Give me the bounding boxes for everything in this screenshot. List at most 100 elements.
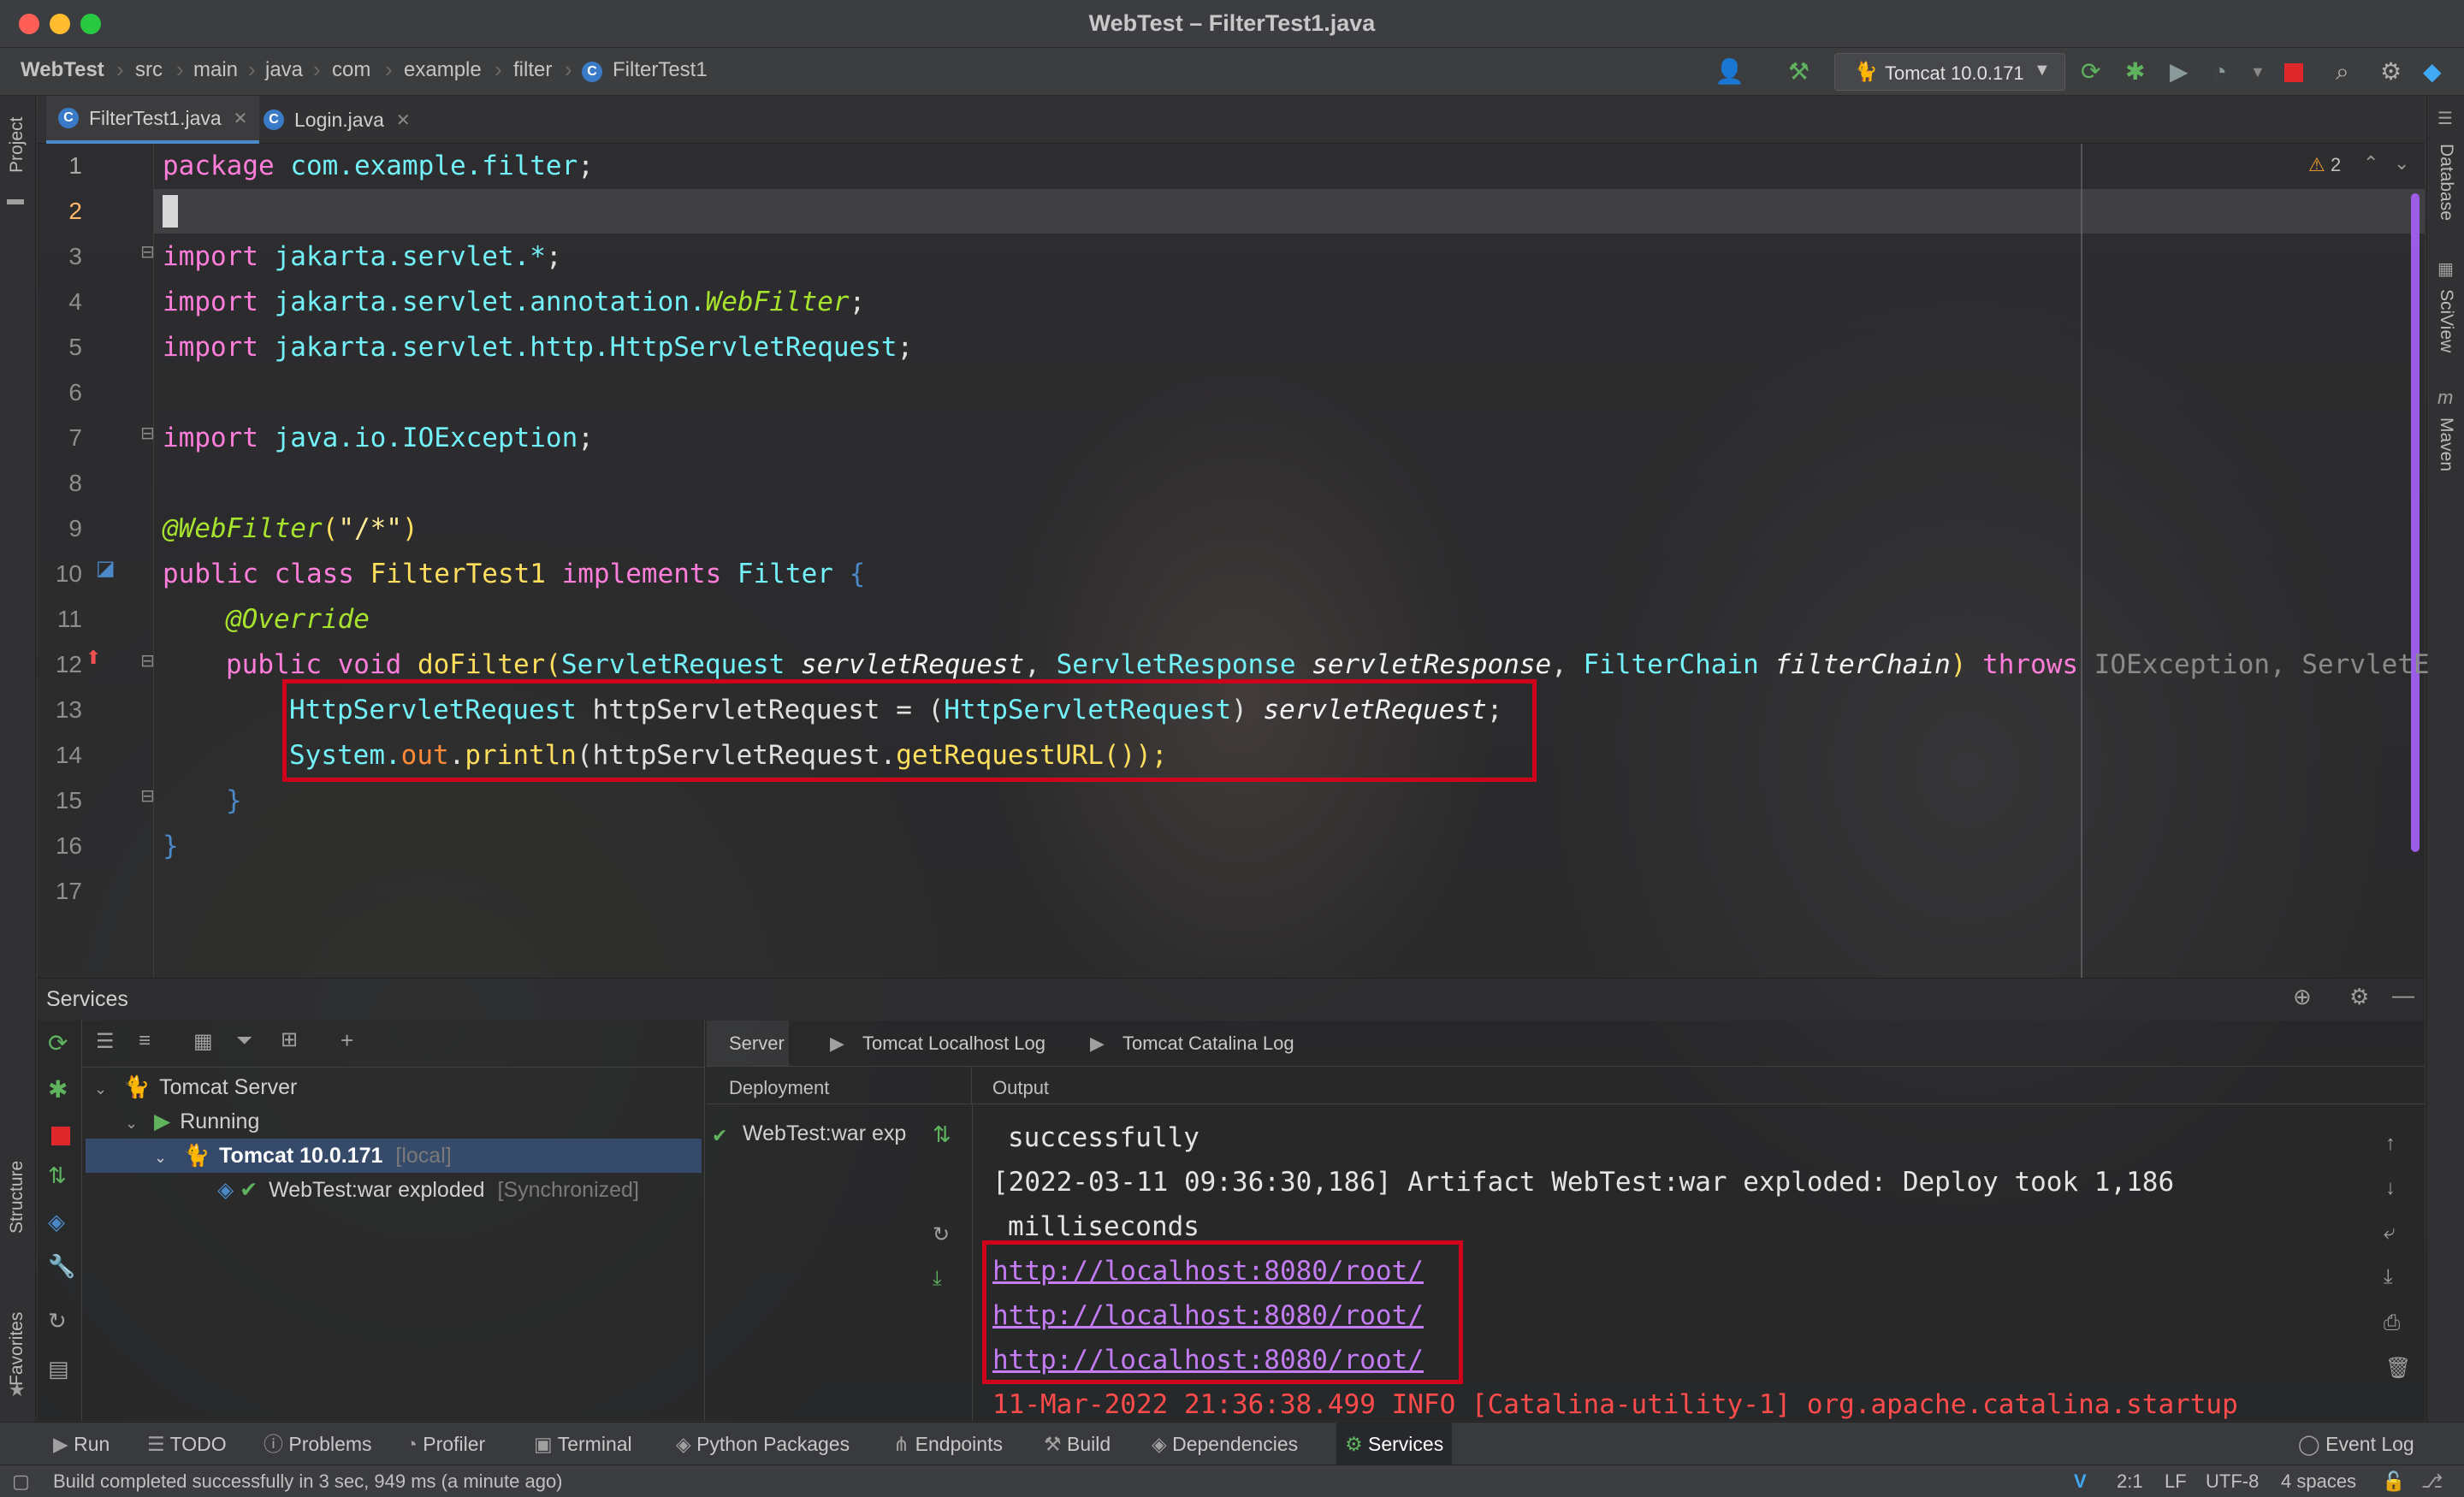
fold-icon[interactable]: ⊟ (140, 650, 155, 672)
tree-tomcat-instance[interactable]: ⌄ 🐈 Tomcat 10.0.171 [local] (86, 1139, 702, 1173)
next-highlight-icon[interactable]: ⌄ (2394, 152, 2409, 175)
indent-setting[interactable]: 4 spaces (2281, 1470, 2356, 1493)
layout-icon[interactable]: ▢ (12, 1470, 30, 1493)
implementation-gutter-icon[interactable]: ◪ (96, 556, 116, 581)
target-icon[interactable]: ⊕ (2293, 984, 2312, 1010)
maven-tool-button[interactable]: Maven (2436, 417, 2456, 471)
current-line-highlight (154, 189, 2425, 234)
database-tool-button[interactable]: Database (2436, 144, 2456, 221)
tool-terminal[interactable]: ▣ Terminal (525, 1423, 641, 1465)
breadcrumb-filter[interactable]: filter (513, 58, 552, 82)
stop-icon[interactable] (2284, 63, 2303, 82)
tool-todo[interactable]: ☰ TODO (139, 1423, 235, 1465)
refresh-icon[interactable]: ↻ (48, 1308, 67, 1334)
tool-profiler[interactable]: ◔ Profiler (397, 1423, 494, 1465)
filter-icon[interactable]: ⏷ (236, 1029, 252, 1053)
artifact-icon[interactable]: ◈ (48, 1209, 65, 1235)
tab-server[interactable]: Server (729, 1033, 785, 1055)
scroll-up-icon[interactable]: ↑ (2385, 1132, 2396, 1156)
warning-count[interactable]: 2 (2331, 154, 2341, 176)
soft-wrap-icon[interactable]: ⤶ (2384, 1221, 2395, 1245)
tab-localhost-log[interactable]: Tomcat Localhost Log (862, 1033, 1045, 1055)
tab-catalina-log[interactable]: Tomcat Catalina Log (1122, 1033, 1294, 1055)
close-icon[interactable]: ✕ (234, 108, 248, 129)
breadcrumb-src[interactable]: src (135, 58, 163, 82)
folder-icon: ▬ (7, 190, 24, 209)
tool-python-packages[interactable]: ◈ Python Packages (667, 1423, 858, 1465)
tool-services[interactable]: ⚙ Services (1336, 1423, 1453, 1465)
run-coverage-icon[interactable]: ▶ (2170, 58, 2189, 86)
breadcrumb-project[interactable]: WebTest (21, 58, 104, 82)
tab-login[interactable]: C Login.java ✕ (252, 96, 423, 144)
file-encoding[interactable]: UTF-8 (2206, 1470, 2259, 1493)
fold-icon[interactable]: ⊟ (140, 241, 155, 263)
project-tool-button[interactable]: Project (7, 117, 27, 173)
right-tool-stripe: ☰ Database ▦ SciView m Maven (2426, 96, 2464, 1432)
user-icon[interactable]: 👤 (1715, 58, 1744, 86)
tree-tomcat-server[interactable]: ⌄ 🐈 Tomcat Server (94, 1070, 297, 1104)
line-separator[interactable]: LF (2165, 1470, 2187, 1493)
tool-dependencies[interactable]: ◈ Dependencies (1143, 1423, 1306, 1465)
breadcrumb-example[interactable]: example (404, 58, 482, 82)
gear-icon[interactable]: ⚙ (2380, 58, 2402, 86)
print-icon[interactable]: ⎙ (2384, 1311, 2400, 1335)
profile-icon[interactable]: ◔ (2212, 58, 2227, 86)
scroll-down-icon[interactable]: ↓ (2385, 1176, 2396, 1200)
tab-filtertest1[interactable]: C FilterTest1.java ✕ (46, 96, 260, 144)
close-icon[interactable]: ✕ (396, 109, 411, 131)
tree-running[interactable]: ⌄ ▶ Running (125, 1104, 259, 1139)
tree-artifact[interactable]: ◈ ✔ WebTest:war exploded [Synchronized] (217, 1173, 639, 1207)
deploy-icon[interactable]: ⇅ (48, 1163, 67, 1189)
code-line-1: package com.example.filter; (163, 151, 594, 181)
group-icon[interactable]: ▦ (193, 1029, 213, 1054)
layout-icon[interactable]: ▤ (48, 1356, 69, 1382)
event-log-button[interactable]: ◯ Event Log (2289, 1423, 2423, 1465)
rerun-icon[interactable]: ⟳ (48, 1029, 68, 1057)
collapse-all-icon[interactable]: ≡ (139, 1029, 151, 1053)
lock-icon[interactable]: 🔓 (2382, 1470, 2405, 1493)
override-gutter-icon[interactable]: ⬆ (86, 647, 101, 669)
refresh-icon[interactable]: ↻ (933, 1222, 950, 1247)
breadcrumb-main[interactable]: main (193, 58, 238, 82)
breadcrumb-java[interactable]: java (265, 58, 303, 82)
scroll-to-end-icon[interactable]: ⤓ (2384, 1265, 2393, 1289)
chevron-down-icon[interactable]: ▼ (2250, 58, 2266, 86)
breadcrumb-class[interactable]: FilterTest1 (613, 58, 708, 82)
tool-build[interactable]: ⚒ Build (1035, 1423, 1119, 1465)
tool-run[interactable]: ▶ Run (44, 1423, 118, 1465)
wrench-icon[interactable]: 🔧 (48, 1253, 75, 1280)
expand-all-icon[interactable]: ☰ (96, 1029, 115, 1054)
vim-icon[interactable]: V (2074, 1470, 2087, 1493)
caret-position[interactable]: 2:1 (2117, 1470, 2143, 1493)
new-service-icon[interactable]: ⊞ (281, 1027, 298, 1052)
fold-icon[interactable]: ⊟ (140, 423, 155, 444)
deployment-item[interactable]: WebTest:war exp (743, 1121, 906, 1146)
warning-icon[interactable]: ⚠ (2308, 154, 2325, 176)
debug-bug-icon[interactable]: ✱ (2125, 58, 2145, 86)
structure-tool-button[interactable]: Structure (7, 1161, 27, 1234)
download-icon[interactable]: ⤓ (933, 1267, 942, 1291)
status-message[interactable]: Build completed successfully in 3 sec, 9… (53, 1470, 563, 1493)
build-hammer-icon[interactable]: ⚒ (1788, 58, 1810, 86)
run-configuration-selector[interactable]: 🐈 Tomcat 10.0.171 ▼ (1834, 53, 2065, 91)
debug-bug-icon[interactable]: ✱ (48, 1075, 68, 1104)
editor-scrollbar[interactable] (2411, 193, 2420, 852)
add-icon[interactable]: + (341, 1027, 353, 1054)
stop-icon[interactable] (51, 1127, 70, 1145)
deploy-icon[interactable]: ⇅ (933, 1121, 951, 1148)
tool-problems[interactable]: ⓘ Problems (255, 1423, 381, 1465)
fold-icon[interactable]: ⊟ (140, 785, 155, 807)
previous-highlight-icon[interactable]: ⌃ (2363, 152, 2378, 175)
tool-endpoints[interactable]: ⋔ Endpoints (885, 1423, 1011, 1465)
trash-icon[interactable]: 🗑 (2385, 1356, 2411, 1381)
sciview-tool-button[interactable]: SciView (2436, 289, 2456, 352)
git-icon[interactable]: ⎇ (2421, 1470, 2443, 1493)
gear-icon[interactable]: ⚙ (2349, 984, 2369, 1010)
rerun-icon[interactable]: ⟳ (2081, 58, 2100, 86)
status-bar: ▢ Build completed successfully in 3 sec,… (0, 1464, 2464, 1497)
hide-panel-icon[interactable]: — (2392, 982, 2414, 1009)
favorites-tool-button[interactable]: Favorites (7, 1312, 27, 1386)
search-icon[interactable]: ⌕ (2336, 58, 2349, 86)
breadcrumb-com[interactable]: com (332, 58, 370, 82)
ide-logo-icon[interactable]: ◆ (2423, 58, 2442, 86)
